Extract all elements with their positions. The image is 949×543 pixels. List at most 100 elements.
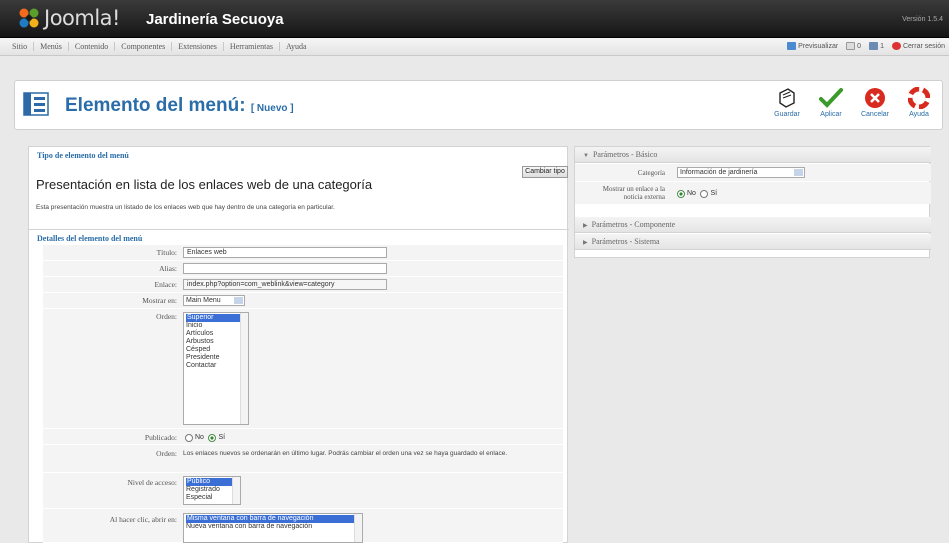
parent-listbox[interactable]: Superior Inicio Artículos Arbustos Céspe… — [183, 312, 249, 425]
help-label: Ayuda — [909, 111, 929, 118]
alias-label: Alias: — [159, 264, 177, 273]
external-no-label: No — [687, 190, 696, 198]
save-icon — [779, 88, 795, 108]
onclick-row: Al hacer clic, abrir en: Misma ventana c… — [43, 509, 563, 543]
category-select-value: Información de jardinería — [680, 169, 758, 176]
logout-label: Cerrar sesión — [902, 42, 945, 50]
category-select[interactable]: Información de jardinería — [677, 167, 805, 178]
page-title: Elemento del menú: [ Nuevo ] — [65, 95, 294, 117]
external-link-radios: No Sí — [675, 188, 717, 198]
checkmark-icon — [819, 88, 843, 108]
params-basic-header[interactable]: ▼ Parámetros - Básico — [575, 147, 931, 163]
external-no-radio[interactable] — [677, 189, 685, 198]
order-row: Orden: Los enlaces nuevos se ordenarán e… — [43, 445, 563, 473]
save-button[interactable]: Guardar — [767, 87, 807, 127]
save-label: Guardar — [774, 111, 800, 118]
parent-row: Orden: Superior Inicio Artículos Arbusto… — [43, 309, 563, 429]
chevron-down-icon — [794, 169, 803, 176]
menu-help[interactable]: Ayuda — [280, 42, 313, 51]
access-option[interactable]: Especial — [186, 494, 238, 502]
params-component-header[interactable]: ▶ Parámetros - Componente — [575, 217, 931, 233]
listbox-scrollbar[interactable] — [232, 477, 240, 504]
header-bar: Joomla! Jardinería Secuoya Versión 1.5.4 — [0, 0, 949, 38]
preview-label: Previsualizar — [798, 42, 839, 50]
link-field[interactable]: index.php?option=com_weblink&view=catego… — [183, 279, 387, 290]
access-row: Nivel de acceso: Público Registrado Espe… — [43, 473, 563, 509]
logout-link[interactable]: Cerrar sesión — [891, 42, 945, 50]
help-button[interactable]: Ayuda — [899, 87, 939, 127]
menu-components[interactable]: Componentes — [115, 42, 173, 51]
onclick-listbox[interactable]: Misma ventana con barra de navegación Nu… — [183, 513, 363, 543]
onclick-option[interactable]: Misma ventana con barra de navegación — [186, 515, 360, 523]
message-icon — [846, 42, 856, 50]
parent-option[interactable]: Arbustos — [186, 338, 246, 346]
link-label: Enlace: — [154, 280, 178, 289]
category-row: Categoría Información de jardinería — [575, 164, 931, 181]
order-label: Orden: — [156, 449, 177, 458]
access-option[interactable]: Público — [186, 478, 238, 486]
users-link[interactable]: 1 — [869, 42, 884, 50]
listbox-scrollbar[interactable] — [354, 514, 362, 542]
params-system-title: Parámetros - Sistema — [591, 237, 660, 246]
type-title: Presentación en lista de los enlaces web… — [36, 177, 373, 192]
type-legend: Tipo de elemento del menú — [37, 151, 129, 160]
users-count: 1 — [880, 42, 884, 50]
onclick-label: Al hacer clic, abrir en: — [109, 515, 177, 524]
messages-count: 0 — [857, 42, 862, 50]
published-no-label: No — [195, 434, 204, 442]
parent-option[interactable]: Superior — [186, 314, 246, 322]
menu-tools[interactable]: Herramientas — [224, 42, 281, 51]
parent-option[interactable]: Presidente — [186, 354, 246, 362]
triangle-right-icon: ▶ — [583, 240, 588, 246]
external-yes-label: Sí — [710, 190, 718, 198]
menu-menus[interactable]: Menús — [34, 42, 69, 51]
change-type-button[interactable]: Cambiar tipo — [522, 166, 568, 178]
menu-label: Mostrar en: — [142, 296, 177, 305]
joomla-logo-icon — [19, 8, 39, 28]
menu-site[interactable]: Sitio — [6, 42, 35, 51]
parent-option[interactable]: Contactar — [186, 362, 246, 370]
parent-option[interactable]: Césped — [186, 346, 246, 354]
parent-option[interactable]: Artículos — [186, 330, 246, 338]
menu-content[interactable]: Contenido — [69, 42, 116, 51]
params-system-header[interactable]: ▶ Parámetros - Sistema — [575, 234, 931, 250]
access-listbox[interactable]: Público Registrado Especial — [183, 476, 241, 505]
status-area: Previsualizar 0 1 Cerrar sesión — [787, 42, 945, 50]
listbox-scrollbar[interactable] — [240, 313, 248, 424]
page-title-text: Elemento del menú: — [65, 95, 246, 116]
details-fieldset: Detalles del elemento del menú Título: E… — [29, 229, 569, 543]
apply-label: Aplicar — [820, 111, 842, 118]
category-label: Categoría — [637, 169, 665, 177]
preview-link[interactable]: Previsualizar — [787, 42, 838, 50]
page-subtitle: [ Nuevo ] — [250, 103, 294, 114]
messages-link[interactable]: 0 — [846, 42, 861, 50]
cancel-button[interactable]: Cancelar — [855, 87, 895, 127]
published-no-radio[interactable] — [185, 433, 193, 442]
access-label: Nivel de acceso: — [127, 478, 177, 487]
menu-extensions[interactable]: Extensiones — [172, 42, 224, 51]
parent-label: Orden: — [156, 312, 177, 321]
external-link-label-line2: noticia externa — [623, 193, 665, 201]
chevron-down-icon — [234, 297, 243, 304]
link-row: Enlace: index.php?option=com_weblink&vie… — [43, 277, 563, 293]
published-row: Publicado: No Sí — [43, 429, 563, 445]
menu-item-form: Tipo de elemento del menú Presentación e… — [28, 146, 569, 543]
parameters-panel: ▼ Parámetros - Básico Categoría Informaci… — [574, 146, 931, 258]
menu-select-value: Main Menu — [186, 297, 221, 304]
external-link-label: Mostrar un enlace a la noticia externa — [575, 185, 665, 201]
published-yes-radio[interactable] — [208, 433, 217, 442]
main-menu: Sitio Menús Contenido Componentes Extens… — [6, 42, 313, 51]
external-yes-radio[interactable] — [700, 189, 709, 198]
triangle-right-icon: ▶ — [583, 223, 588, 229]
preview-icon — [787, 42, 797, 50]
access-option[interactable]: Registrado — [186, 486, 238, 494]
params-basic-title: Parámetros - Básico — [592, 150, 658, 159]
lifebuoy-icon — [908, 87, 930, 109]
onclick-option[interactable]: Nueva ventana con barra de navegación — [186, 523, 360, 531]
menu-select[interactable]: Main Menu — [183, 295, 245, 306]
alias-field[interactable] — [183, 263, 387, 274]
menu-item-icon — [23, 92, 49, 116]
title-field[interactable]: Enlaces web — [183, 247, 387, 258]
parent-option[interactable]: Inicio — [186, 322, 246, 330]
apply-button[interactable]: Aplicar — [811, 87, 851, 127]
